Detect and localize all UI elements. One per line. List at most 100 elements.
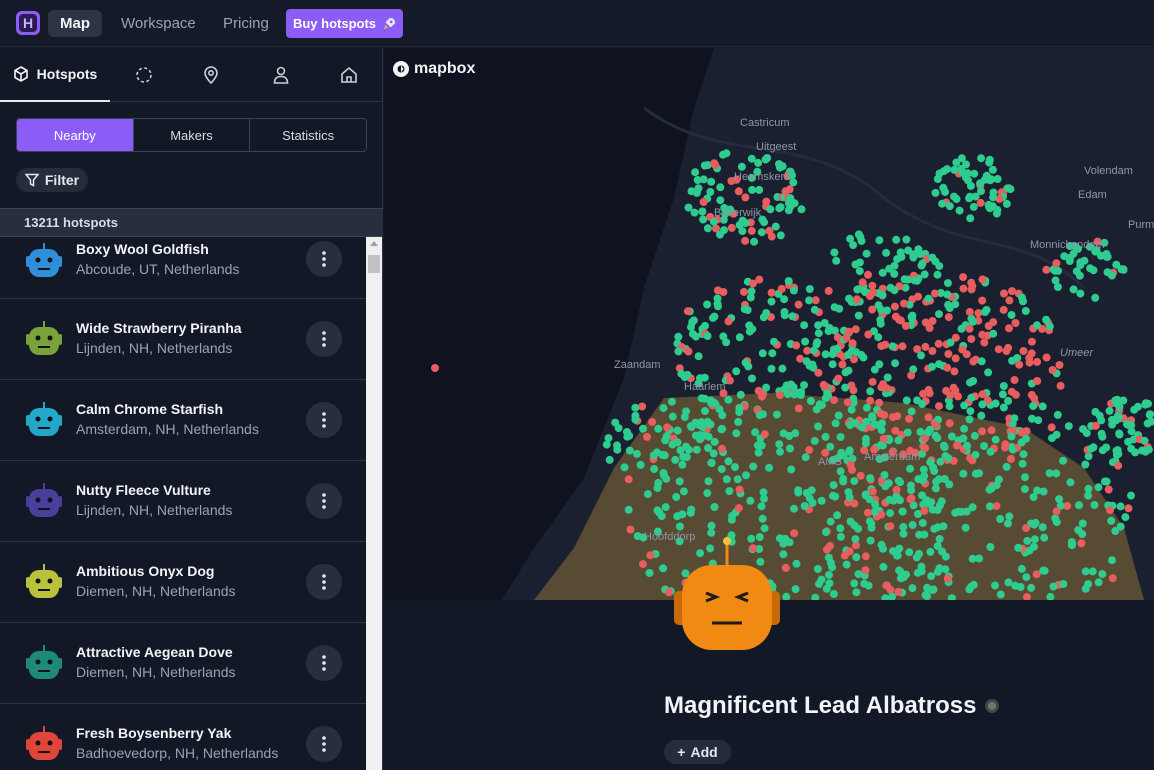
hotspot-marker[interactable]: [1049, 582, 1058, 591]
hotspot-marker[interactable]: [866, 474, 875, 483]
hotspot-marker[interactable]: [961, 523, 970, 532]
hotspot-marker[interactable]: [654, 478, 663, 487]
hotspot-marker[interactable]: [874, 301, 883, 310]
hotspot-marker[interactable]: [734, 504, 743, 513]
hotspot-marker[interactable]: [985, 158, 994, 167]
hotspot-marker[interactable]: [977, 357, 986, 366]
hotspot-marker[interactable]: [978, 427, 987, 436]
hotspot-marker[interactable]: [781, 563, 790, 572]
hotspot-marker[interactable]: [703, 489, 712, 498]
hotspot-marker[interactable]: [938, 547, 946, 556]
hotspot-marker[interactable]: [944, 350, 953, 358]
hotspot-marker[interactable]: [704, 477, 713, 486]
hotspot-marker[interactable]: [891, 359, 900, 368]
buy-hotspots-button[interactable]: Buy hotspots: [286, 9, 403, 38]
hotspot-marker[interactable]: [978, 330, 987, 339]
hotspot-marker[interactable]: [824, 553, 833, 562]
hotspot-marker[interactable]: [882, 384, 891, 393]
hotspot-marker[interactable]: [861, 491, 870, 500]
hotspot-marker[interactable]: [952, 195, 961, 203]
hotspot-marker[interactable]: [1004, 578, 1013, 587]
hotspot-marker[interactable]: [833, 511, 842, 520]
hotspot-marker[interactable]: [922, 496, 931, 505]
hotspot-marker[interactable]: [1074, 526, 1083, 535]
hotspot-marker[interactable]: [815, 400, 824, 409]
hotspot-marker[interactable]: [886, 283, 895, 292]
hotspot-marker[interactable]: [788, 312, 797, 321]
hotspot-marker[interactable]: [944, 313, 953, 322]
hotspot-marker[interactable]: [1107, 271, 1116, 280]
hotspot-marker[interactable]: [682, 407, 691, 416]
hotspot-marker[interactable]: [624, 505, 633, 514]
hotspot-marker[interactable]: [946, 391, 955, 400]
hotspot-marker[interactable]: [861, 566, 870, 575]
hotspot-marker[interactable]: [1114, 413, 1123, 422]
hotspot-marker[interactable]: [861, 434, 870, 443]
hotspot-marker[interactable]: [1064, 422, 1073, 431]
hotspot-marker[interactable]: [844, 366, 853, 375]
hotspot-marker[interactable]: [957, 165, 966, 173]
hotspot-marker[interactable]: [908, 311, 917, 320]
hotspot-marker[interactable]: [679, 487, 688, 496]
hotspot-marker[interactable]: [1022, 573, 1031, 582]
hotspot-marker[interactable]: [814, 368, 823, 377]
hotspot-marker[interactable]: [735, 404, 744, 412]
hotspot-marker[interactable]: [826, 541, 834, 550]
hotspot-marker[interactable]: [912, 553, 921, 562]
hotspot-marker[interactable]: [1027, 337, 1036, 346]
hotspot-marker[interactable]: [1015, 360, 1024, 369]
hotspot-marker[interactable]: [920, 506, 929, 515]
hotspot-marker[interactable]: [965, 415, 974, 424]
hotspot-marker[interactable]: [1040, 533, 1049, 542]
hotspot-marker[interactable]: [906, 464, 915, 473]
hotspot-marker[interactable]: [833, 344, 842, 353]
hotspot-marker[interactable]: [836, 467, 845, 476]
hotspot-marker[interactable]: [1040, 566, 1049, 575]
segment-makers[interactable]: Makers: [134, 119, 251, 151]
hotspot-marker[interactable]: [897, 574, 906, 583]
hotspot-marker[interactable]: [748, 185, 757, 194]
hotspot-marker[interactable]: [905, 414, 913, 423]
hotspot-marker[interactable]: [965, 324, 974, 333]
hotspot-marker[interactable]: [757, 502, 766, 511]
hotspot-marker[interactable]: [968, 377, 977, 386]
hotspot-marker[interactable]: [989, 329, 998, 338]
more-options-button[interactable]: [306, 645, 342, 681]
hotspot-marker[interactable]: [667, 397, 676, 406]
hotspot-marker[interactable]: [881, 340, 890, 349]
hotspot-marker[interactable]: [1022, 434, 1030, 443]
hotspot-marker[interactable]: [765, 463, 774, 472]
hotspot-marker[interactable]: [1027, 583, 1036, 592]
hotspot-marker[interactable]: [1090, 501, 1099, 509]
hotspot-marker[interactable]: [767, 288, 776, 297]
hotspot-marker[interactable]: [1124, 437, 1133, 446]
hotspot-marker[interactable]: [817, 496, 826, 505]
hotspot-marker[interactable]: [801, 337, 810, 346]
hotspot-marker[interactable]: [907, 407, 916, 416]
hotspot-marker[interactable]: [978, 275, 987, 284]
hotspot-marker[interactable]: [940, 167, 948, 176]
hotspot-marker[interactable]: [789, 383, 798, 392]
hotspot-marker[interactable]: [925, 324, 934, 332]
hotspot-marker[interactable]: [963, 441, 971, 450]
hotspot-marker[interactable]: [908, 521, 917, 529]
hotspot-marker[interactable]: [794, 488, 803, 497]
hotspot-marker[interactable]: [918, 519, 927, 527]
scroll-thumb[interactable]: [368, 255, 380, 273]
hotspot-marker[interactable]: [813, 565, 822, 573]
hotspot-marker[interactable]: [757, 228, 766, 237]
hotspot-marker[interactable]: [843, 398, 852, 407]
hotspot-marker[interactable]: [1081, 567, 1090, 576]
hotspot-marker[interactable]: [673, 426, 682, 435]
hotspot-marker[interactable]: [691, 332, 700, 341]
hotspot-marker[interactable]: [980, 338, 989, 347]
hotspot-marker[interactable]: [1098, 432, 1107, 441]
hotspot-marker[interactable]: [864, 581, 873, 590]
hotspot-marker[interactable]: [758, 349, 767, 358]
hotspot-marker[interactable]: [978, 296, 987, 305]
hotspot-marker[interactable]: [737, 162, 746, 171]
map-view[interactable]: Castricum Uitgeest Heemskerk Beverwijk Zaand…: [384, 48, 1154, 770]
hotspot-marker[interactable]: [937, 497, 946, 506]
hotspot-marker[interactable]: [716, 183, 725, 192]
hotspot-marker[interactable]: [717, 465, 726, 474]
